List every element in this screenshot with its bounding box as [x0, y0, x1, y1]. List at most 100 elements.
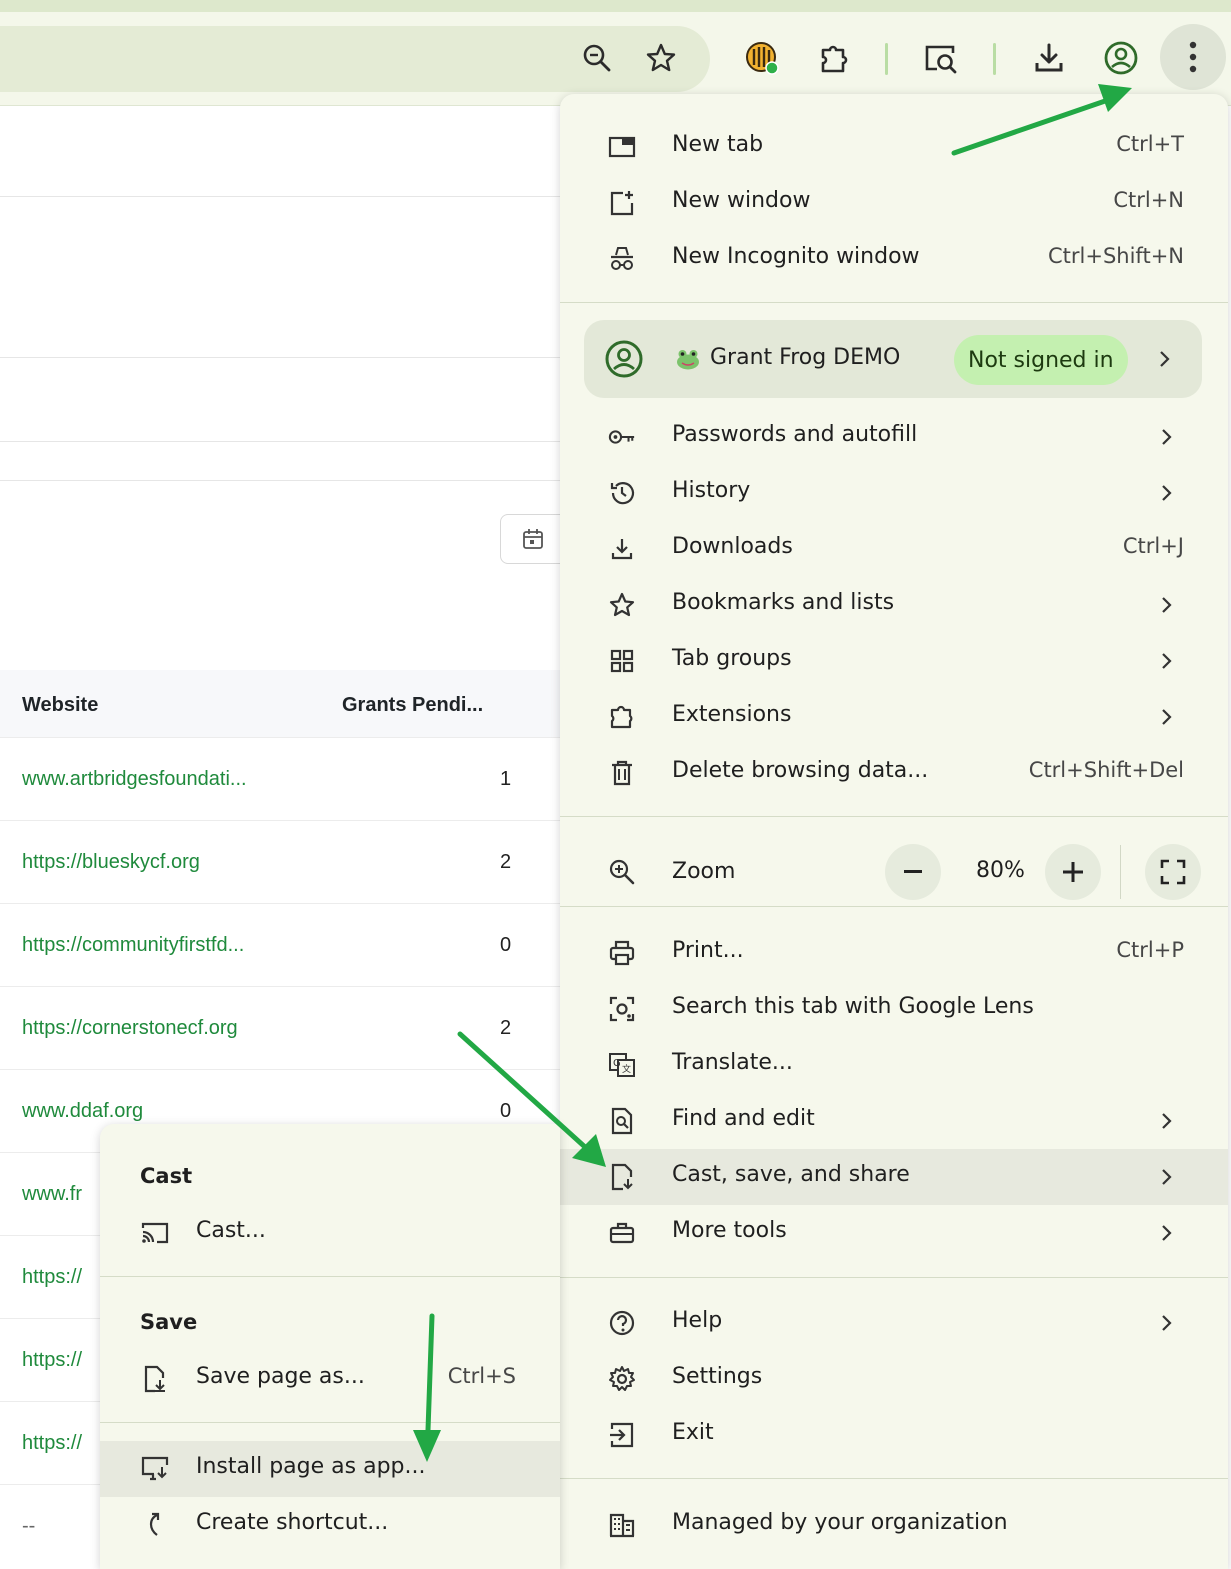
bookmark-star-icon[interactable]: [639, 36, 683, 80]
website-link[interactable]: https://cornerstonecf.org: [22, 1017, 238, 1040]
save-page-icon: [140, 1365, 170, 1393]
column-header-website[interactable]: Website: [22, 694, 98, 717]
window-top-strip: [0, 0, 1231, 12]
menu-item-help[interactable]: Help: [560, 1295, 1228, 1351]
website-link[interactable]: https://: [22, 1266, 82, 1289]
profile-icon[interactable]: [1099, 36, 1143, 80]
minus-icon: [904, 870, 922, 873]
website-link[interactable]: https://: [22, 1349, 82, 1372]
more-menu-button[interactable]: [1160, 24, 1226, 90]
website-link[interactable]: www.ddaf.org: [22, 1100, 143, 1123]
shortcut-arrow-icon: [140, 1511, 170, 1539]
save-share-icon: [608, 1163, 636, 1191]
menu-item-delete-browsing-data[interactable]: Delete browsing data... Ctrl+Shift+Del: [560, 745, 1228, 801]
submenu-item-shortcut: Ctrl+S: [447, 1364, 516, 1388]
website-link[interactable]: https://communityfirstfd...: [22, 934, 244, 957]
menu-item-cast-save-share[interactable]: Cast, save, and share: [560, 1149, 1228, 1205]
menu-item-new-window[interactable]: New window Ctrl+N: [560, 175, 1228, 231]
menu-item-bookmarks[interactable]: Bookmarks and lists: [560, 577, 1228, 633]
zoom-in-button[interactable]: [1045, 844, 1101, 900]
menu-item-exit[interactable]: Exit: [560, 1407, 1228, 1463]
menu-item-label: More tools: [672, 1218, 787, 1243]
submenu-item-create-shortcut[interactable]: Create shortcut...: [100, 1497, 560, 1553]
menu-item-find-edit[interactable]: Find and edit: [560, 1093, 1228, 1149]
menu-item-label: Find and edit: [672, 1106, 815, 1131]
puzzle-icon: [608, 703, 636, 731]
new-window-icon: [608, 189, 636, 217]
fullscreen-button[interactable]: [1145, 844, 1201, 900]
extension-logo-icon[interactable]: [740, 36, 784, 80]
submenu-item-label: Save page as...: [196, 1364, 365, 1389]
menu-item-new-tab[interactable]: New tab Ctrl+T: [560, 119, 1228, 175]
website-link[interactable]: www.fr: [22, 1183, 82, 1206]
submenu-item-save-page[interactable]: Save page as... Ctrl+S: [100, 1351, 560, 1407]
menu-item-history[interactable]: History: [560, 465, 1228, 521]
menu-item-settings[interactable]: Settings: [560, 1351, 1228, 1407]
divider: [0, 357, 560, 358]
svg-text:G: G: [613, 1058, 621, 1069]
website-link[interactable]: https://: [22, 1432, 82, 1455]
trash-icon: [608, 759, 636, 787]
menu-separator: [560, 906, 1228, 907]
zoom-divider: [1120, 845, 1121, 899]
translate-icon: G文: [608, 1051, 636, 1079]
menu-item-new-incognito[interactable]: New Incognito window Ctrl+Shift+N: [560, 231, 1228, 287]
lens-search-icon[interactable]: [919, 36, 963, 80]
grants-count: 1: [500, 768, 512, 790]
profile-row[interactable]: Grant Frog DEMO Not signed in: [584, 320, 1202, 398]
menu-item-extensions[interactable]: Extensions: [560, 689, 1228, 745]
menu-item-label: New window: [672, 188, 811, 213]
column-header-grants-pending[interactable]: Grants Pendi...: [342, 694, 483, 717]
menu-item-tab-groups[interactable]: Tab groups: [560, 633, 1228, 689]
menu-separator: [560, 816, 1228, 817]
chevron-right-icon: [1156, 1309, 1176, 1337]
chevron-right-icon: [1156, 703, 1176, 731]
menu-item-shortcut: Ctrl+Shift+Del: [1028, 758, 1184, 782]
downloads-icon[interactable]: [1027, 36, 1071, 80]
zoom-in-icon: [608, 858, 636, 886]
menu-item-label: Managed by your organization: [672, 1510, 1008, 1535]
submenu-item-cast[interactable]: Cast...: [100, 1205, 560, 1261]
menu-item-managed[interactable]: Managed by your organization: [560, 1497, 1228, 1553]
browser-toolbar: [0, 12, 1231, 106]
table-row: https://blueskycf.org 2: [0, 821, 560, 904]
submenu-separator: [100, 1422, 560, 1423]
chevron-right-icon: [1156, 423, 1176, 451]
submenu-item-install-app[interactable]: Install page as app...: [100, 1441, 560, 1497]
menu-item-label: New Incognito window: [672, 244, 920, 269]
building-icon: [608, 1511, 636, 1539]
menu-item-label: Search this tab with Google Lens: [672, 994, 1034, 1019]
chevron-right-icon: [1156, 647, 1176, 675]
toolbox-icon: [608, 1219, 636, 1247]
menu-item-print[interactable]: Print... Ctrl+P: [560, 925, 1228, 981]
menu-separator: [560, 1478, 1228, 1479]
sign-in-status-badge[interactable]: Not signed in: [954, 335, 1128, 385]
fullscreen-icon: [1160, 859, 1186, 885]
profile-name: Grant Frog DEMO: [710, 345, 901, 370]
gear-icon: [608, 1365, 636, 1393]
submenu-item-label: Install page as app...: [196, 1454, 426, 1479]
extensions-puzzle-icon[interactable]: [812, 36, 856, 80]
zoom-icon[interactable]: [575, 36, 619, 80]
menu-item-downloads[interactable]: Downloads Ctrl+J: [560, 521, 1228, 577]
grants-count: 0: [500, 1100, 512, 1122]
divider: [0, 441, 560, 442]
menu-item-google-lens[interactable]: Search this tab with Google Lens: [560, 981, 1228, 1037]
chevron-right-icon: [1156, 1107, 1176, 1135]
menu-item-translate[interactable]: G文 Translate...: [560, 1037, 1228, 1093]
menu-item-label: Exit: [672, 1420, 714, 1445]
zoom-label: Zoom: [672, 859, 736, 884]
menu-item-label: Print...: [672, 938, 744, 963]
toolbar-separator: [993, 43, 996, 75]
menu-item-passwords[interactable]: Passwords and autofill: [560, 409, 1228, 465]
menu-item-shortcut: Ctrl+Shift+N: [1048, 244, 1184, 268]
zoom-out-button[interactable]: [885, 844, 941, 900]
menu-separator: [560, 302, 1228, 303]
menu-item-more-tools[interactable]: More tools: [560, 1205, 1228, 1261]
grants-count: 2: [500, 1017, 512, 1039]
website-link[interactable]: https://blueskycf.org: [22, 851, 200, 874]
avatar-icon: [605, 340, 643, 378]
menu-item-label: New tab: [672, 132, 764, 157]
website-link[interactable]: www.artbridgesfoundati...: [22, 768, 247, 791]
table-row: https://cornerstonecf.org 2: [0, 987, 560, 1070]
